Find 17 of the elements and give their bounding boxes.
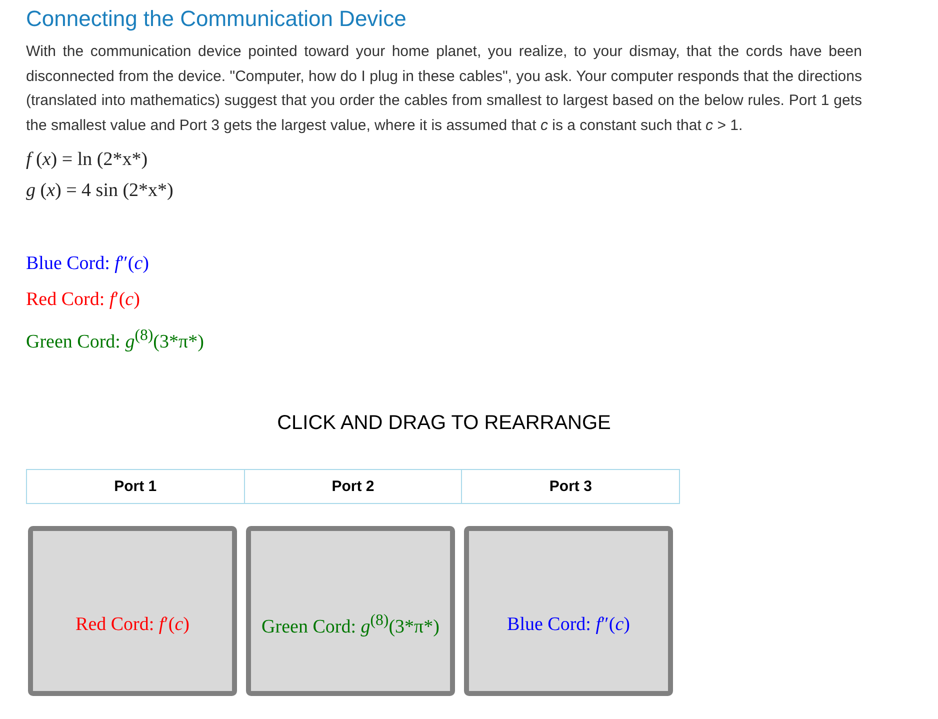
cord-label: Blue Cord: f″(c)	[507, 614, 630, 636]
cord-label: Red Cord: f′(c)	[76, 614, 190, 636]
cord-label: Green Cord: g$^{(8)}$(3*π*)	[26, 326, 205, 354]
equation: f (x) = ln (2*x*)	[26, 148, 149, 172]
intro-paragraph: With the communication device pointed toward your home planet, you realize, to your dismay, that the cords have been disconnected from the device. "Computer, how do I plug in these cables", you ask. Your computer responds that the directions (translated into mathematics) suggest that you order the cables from smallest to largest based on the below rules. Port 1 gets the smallest value and Port 3 gets the largest value, where it is assumed that c is a constant such that c > 1.	[26, 42, 862, 136]
port-header: Port 3	[461, 470, 680, 504]
instruction-text: CLICK AND DRAG TO REARRANGE	[276, 412, 612, 436]
equation: g (x) = 4 sin (2*x*)	[26, 179, 174, 203]
cord-card[interactable]: Red Cord: f′(c)	[28, 526, 237, 696]
cord-label: Red Cord: f′(c)	[26, 288, 141, 312]
cord-label: Blue Cord: f″(c)	[26, 252, 150, 276]
port-header: Port 1	[113, 477, 158, 498]
page-title: Connecting the Communication Device	[26, 6, 408, 32]
port-header: Port 2	[244, 470, 462, 504]
cord-card[interactable]: Green Cord: g$^{(8)}$(3*π*)	[246, 526, 455, 696]
cord-label: Green Cord: g$^{(8)}$(3*π*)	[262, 612, 440, 638]
cord-card[interactable]: Blue Cord: f″(c)	[464, 526, 673, 696]
